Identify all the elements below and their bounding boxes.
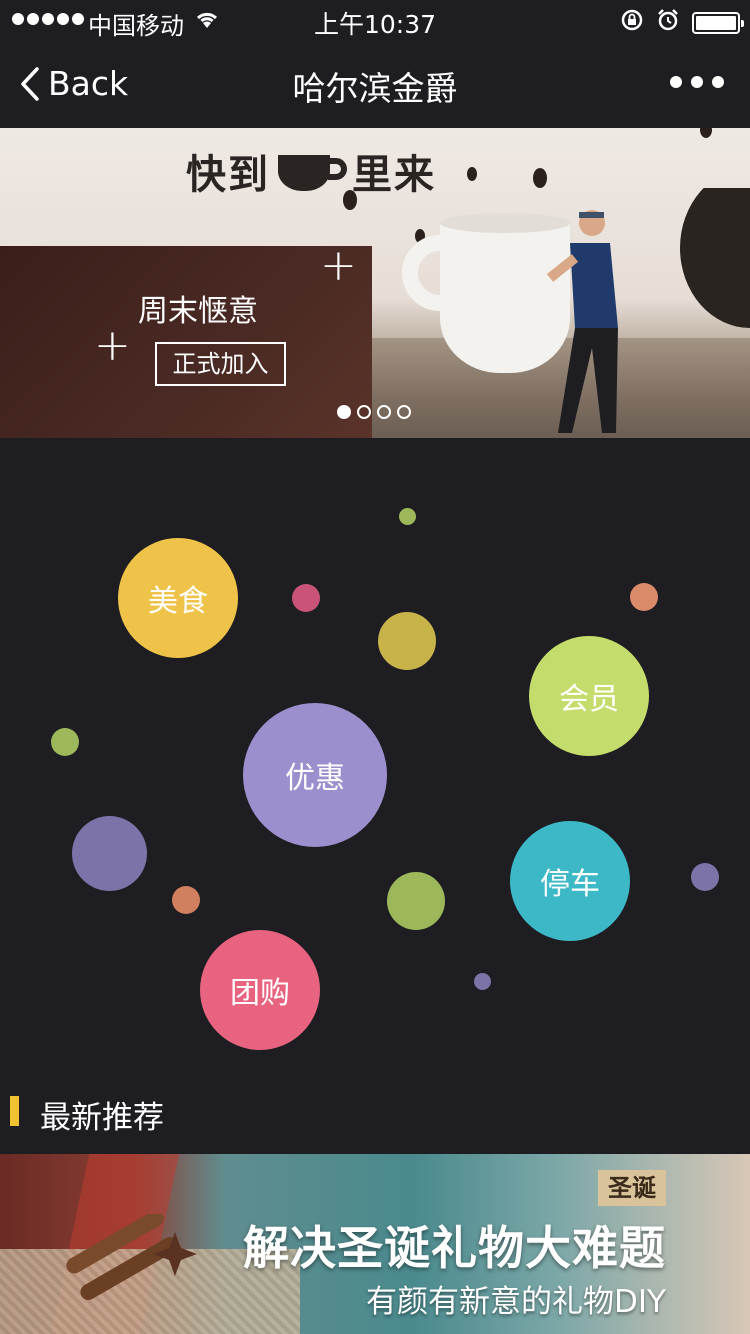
status-bar: 中国移动 上午10:37 bbox=[0, 0, 750, 40]
promo-title: 解决圣诞礼物大难题 bbox=[243, 1221, 666, 1275]
menu-item-label: 会员 bbox=[559, 682, 619, 717]
menu-item-label: 团购 bbox=[230, 976, 290, 1011]
section-accent-bar bbox=[10, 1096, 19, 1126]
banner-carousel[interactable]: 快到 里来 + + 周末惬意 正式加入 bbox=[0, 128, 750, 438]
decorative-dot bbox=[72, 816, 147, 891]
carousel-dot[interactable] bbox=[377, 405, 391, 419]
rotation-lock-icon bbox=[620, 8, 644, 38]
menu-item-member[interactable]: 会员 bbox=[529, 636, 649, 756]
join-button[interactable]: 正式加入 bbox=[155, 342, 286, 386]
ellipsis-icon bbox=[670, 76, 682, 88]
carousel-indicator bbox=[337, 405, 411, 419]
alarm-icon bbox=[656, 8, 680, 38]
promo-subtitle: 有颜有新意的礼物DIY bbox=[366, 1284, 666, 1320]
promo-tag: 圣诞 bbox=[598, 1170, 666, 1206]
menu-item-label: 美食 bbox=[148, 584, 208, 619]
section-title: 最新推荐 bbox=[40, 1100, 164, 1136]
menu-item-group-buy[interactable]: 团购 bbox=[200, 930, 320, 1050]
decorative-dot bbox=[51, 728, 79, 756]
page-title: 哈尔滨金爵 bbox=[292, 69, 458, 108]
plus-icon: + bbox=[94, 320, 131, 371]
decorative-dot bbox=[630, 583, 658, 611]
menu-item-discount[interactable]: 优惠 bbox=[243, 703, 387, 847]
promo-card-christmas[interactable]: 圣诞 解决圣诞礼物大难题 有颜有新意的礼物DIY bbox=[0, 1154, 750, 1334]
menu-item-parking[interactable]: 停车 bbox=[510, 821, 630, 941]
carousel-dot[interactable] bbox=[357, 405, 371, 419]
section-header-recommend: 最新推荐 bbox=[0, 1088, 750, 1138]
plus-icon: + bbox=[320, 240, 357, 291]
menu-item-food[interactable]: 美食 bbox=[118, 538, 238, 658]
status-right-icons bbox=[620, 8, 744, 38]
cinnamon-star-anise-decoration bbox=[66, 1214, 197, 1300]
decorative-dot bbox=[172, 886, 200, 914]
banner-headline: 周末惬意 bbox=[138, 294, 258, 329]
carousel-dot[interactable] bbox=[397, 405, 411, 419]
menu-item-label: 停车 bbox=[540, 867, 600, 902]
decorative-dot bbox=[387, 872, 445, 930]
decorative-dot bbox=[378, 612, 436, 670]
carousel-dot[interactable] bbox=[337, 405, 351, 419]
decorative-dot bbox=[399, 508, 416, 525]
man-carrying-cup-illustration bbox=[402, 188, 750, 433]
menu-item-label: 优惠 bbox=[285, 761, 345, 796]
decorative-dot bbox=[691, 863, 719, 891]
battery-icon bbox=[692, 12, 744, 34]
more-button[interactable] bbox=[670, 76, 724, 88]
nav-bar: Back 哈尔滨金爵 bbox=[0, 40, 750, 128]
decorative-dot bbox=[292, 584, 320, 612]
decorative-dot bbox=[474, 973, 491, 990]
